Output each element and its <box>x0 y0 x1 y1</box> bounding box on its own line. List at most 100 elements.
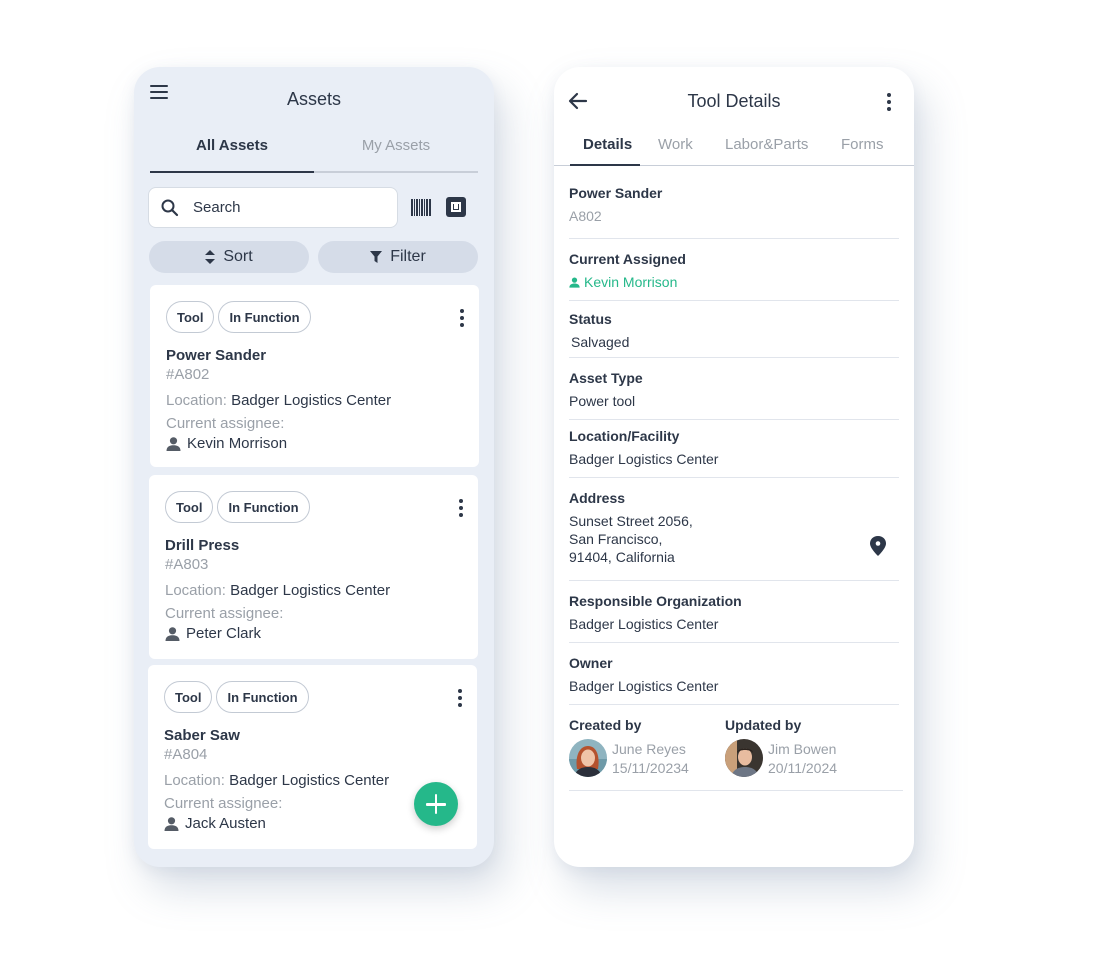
more-vertical-icon[interactable] <box>457 689 463 707</box>
person-icon <box>164 816 179 831</box>
assignee-label: Current assignee: <box>164 795 283 812</box>
filter-label: Filter <box>390 248 426 265</box>
field-value: A802 <box>569 208 602 224</box>
field-label: Address <box>569 490 626 506</box>
location-value: Badger Logistics Center <box>231 392 392 409</box>
asset-code: #A802 <box>166 366 210 383</box>
field-value: Salvaged <box>571 334 630 350</box>
tab-my-assets[interactable]: My Assets <box>314 133 478 171</box>
type-chip: Tool <box>165 491 214 523</box>
tab-labor-parts[interactable]: Labor&Parts <box>725 136 808 153</box>
field-value: Badger Logistics Center <box>569 678 719 694</box>
assignee-name: Jack Austen <box>185 815 266 832</box>
more-vertical-icon[interactable] <box>458 499 464 517</box>
audit-info: Created by June Reyes 15/11/20234 Update… <box>569 717 903 791</box>
asset-card[interactable]: Tool In Function Power Sander #A802 Loca… <box>150 285 479 467</box>
avatar <box>569 739 607 777</box>
search-box <box>148 187 398 228</box>
tab-work[interactable]: Work <box>658 136 693 153</box>
sort-arrows-icon <box>205 250 216 264</box>
search-input[interactable] <box>193 199 373 216</box>
created-by-label: Created by <box>569 717 642 733</box>
updated-by-name: Jim Bowen <box>768 741 837 757</box>
address-field: Address Sunset Street 2056, San Francisc… <box>569 490 899 581</box>
asset-card[interactable]: Tool In Function Drill Press #A803 Locat… <box>149 475 478 659</box>
asset-location: Location: Badger Logistics Center <box>166 392 391 409</box>
asset-location: Location: Badger Logistics Center <box>164 772 389 789</box>
field-label: Asset Type <box>569 370 643 386</box>
filter-funnel-icon <box>370 251 383 263</box>
field-label: Location/Facility <box>569 428 680 444</box>
details-tabs: Details Work Labor&Parts Forms <box>554 133 914 166</box>
filter-button[interactable]: Filter <box>318 241 478 273</box>
assigned-user-link[interactable]: Kevin Morrison <box>569 273 899 291</box>
location-field: Location/Facility Badger Logistics Cente… <box>569 428 899 478</box>
map-pin-icon[interactable] <box>869 536 887 556</box>
address-line: 91404, California <box>569 549 675 565</box>
asset-name: Power Sander <box>166 347 267 364</box>
status-chip: In Function <box>217 491 310 523</box>
person-icon <box>166 436 181 451</box>
asset-code: #A803 <box>165 556 209 573</box>
field-label: Status <box>569 311 612 327</box>
field-label: Current Assigned <box>569 251 686 267</box>
assets-tabs: All Assets My Assets <box>150 133 478 173</box>
status-chip: In Function <box>218 301 311 333</box>
barcode-icon[interactable] <box>411 199 431 216</box>
updated-by: Updated by Jim Bowen 20/11/2024 <box>725 717 895 787</box>
assigned-user-name: Kevin Morrison <box>584 274 678 290</box>
page-title: Tool Details <box>687 91 781 111</box>
asset-assignee: Kevin Morrison <box>166 435 287 452</box>
address-value: Sunset Street 2056, San Francisco, 91404… <box>569 512 899 566</box>
field-label: Responsible Organization <box>569 593 742 609</box>
asset-name: Drill Press <box>165 537 240 554</box>
tab-forms[interactable]: Forms <box>841 136 884 153</box>
page-title: Assets <box>286 89 342 109</box>
owner-field: Owner Badger Logistics Center <box>569 655 899 705</box>
location-value: Badger Logistics Center <box>229 772 390 789</box>
created-by: Created by June Reyes 15/11/20234 <box>569 717 719 787</box>
location-value: Badger Logistics Center <box>230 582 391 599</box>
sort-label: Sort <box>223 248 253 265</box>
status-field: Status Salvaged <box>569 311 899 358</box>
type-chip: Tool <box>164 681 213 713</box>
type-chip: Tool <box>166 301 215 333</box>
avatar <box>725 739 763 777</box>
field-value: Power tool <box>569 393 636 409</box>
field-label: Owner <box>569 655 613 671</box>
assignee-label: Current assignee: <box>166 415 285 432</box>
asset-location: Location: Badger Logistics Center <box>165 582 390 599</box>
nfc-scan-icon[interactable] <box>446 197 466 217</box>
assignee-name: Peter Clark <box>186 625 262 642</box>
tab-details[interactable]: Details <box>583 136 632 153</box>
updated-by-label: Updated by <box>725 717 802 733</box>
tool-details-screen: Tool Details Details Work Labor&Parts Fo… <box>554 67 914 867</box>
updated-date: 20/11/2024 <box>768 760 838 776</box>
asset-assignee: Jack Austen <box>164 815 266 832</box>
sort-button[interactable]: Sort <box>149 241 309 273</box>
created-by-name: June Reyes <box>612 741 686 757</box>
more-vertical-icon[interactable] <box>886 93 892 111</box>
field-label: Power Sander <box>569 185 663 201</box>
location-label: Location: <box>164 772 225 789</box>
current-assigned-field: Current Assigned Kevin Morrison <box>569 251 899 301</box>
asset-name-field: Power Sander A802 <box>569 185 899 239</box>
tab-all-assets[interactable]: All Assets <box>150 133 314 173</box>
location-label: Location: <box>165 582 226 599</box>
asset-type-field: Asset Type Power tool <box>569 370 899 420</box>
asset-code: #A804 <box>164 746 208 763</box>
field-value: Badger Logistics Center <box>569 616 719 632</box>
person-icon <box>165 626 180 641</box>
more-vertical-icon[interactable] <box>459 309 465 327</box>
created-date: 15/11/20234 <box>612 760 689 776</box>
asset-name: Saber Saw <box>164 727 240 744</box>
search-icon <box>161 199 179 216</box>
address-line: Sunset Street 2056, <box>569 513 693 529</box>
address-line: San Francisco, <box>569 531 663 547</box>
add-asset-button[interactable] <box>414 782 458 826</box>
responsible-organization-field: Responsible Organization Badger Logistic… <box>569 593 899 643</box>
assets-screen: Assets All Assets My Assets Sort Filter … <box>134 67 494 867</box>
field-value: Badger Logistics Center <box>569 451 719 467</box>
location-label: Location: <box>166 392 227 409</box>
active-tab-indicator <box>570 164 640 166</box>
